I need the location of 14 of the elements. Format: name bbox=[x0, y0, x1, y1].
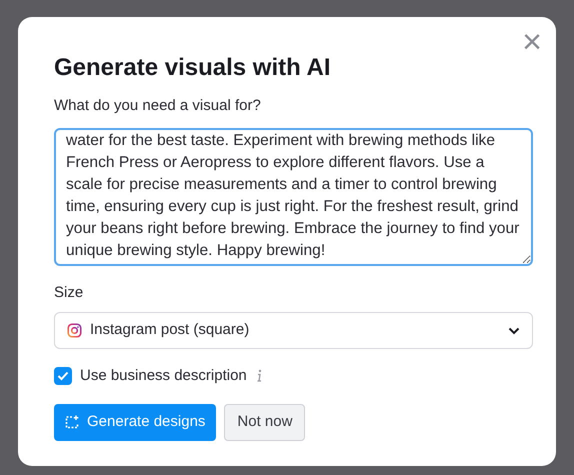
sparkle-frame-icon bbox=[65, 415, 79, 429]
business-description-checkbox[interactable] bbox=[54, 367, 72, 386]
checkmark-icon bbox=[57, 371, 69, 382]
prompt-label: What do you need a visual for? bbox=[54, 96, 262, 116]
size-select[interactable]: Instagram post (square) bbox=[54, 312, 533, 349]
dialog-title: Generate visuals with AI bbox=[54, 53, 332, 83]
prompt-field[interactable]: water for the best taste. Experiment with brewing methods like French Press or Aeropress to explore different flavors. Use a scale for precise measurements and a timer to control brewing time, ensuring every cup is just right. For the freshest result, grind your beans right before brewing. Embrace the journey to find your unique brewing style. Happy brewing! bbox=[54, 128, 533, 266]
size-label: Size bbox=[54, 282, 84, 302]
chevron-down-icon bbox=[508, 326, 520, 334]
size-value: Instagram post (square) bbox=[90, 320, 250, 340]
not-now-button[interactable]: Not now bbox=[224, 404, 306, 440]
business-description-label: Use business description bbox=[80, 366, 247, 386]
info-icon[interactable] bbox=[254, 369, 263, 384]
instagram-icon bbox=[67, 323, 82, 338]
